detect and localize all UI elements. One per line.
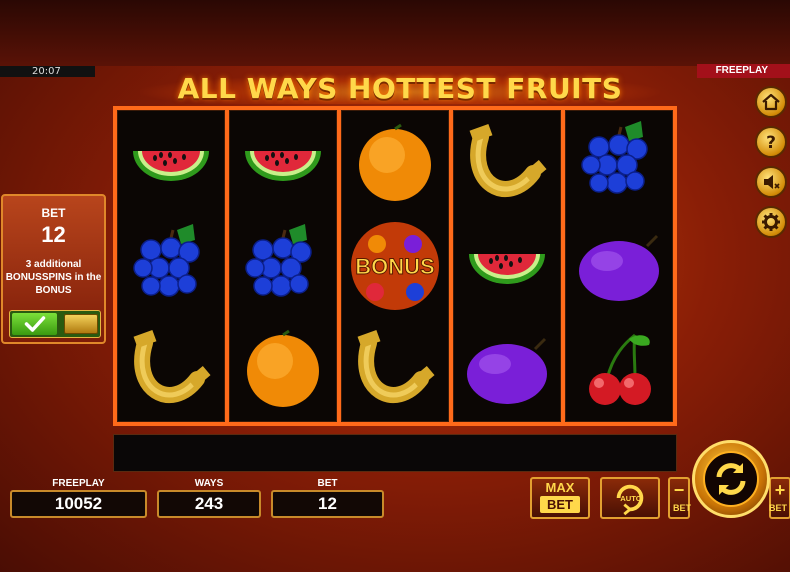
- spin-button[interactable]: [692, 440, 770, 518]
- bonus-bet-toggle[interactable]: [9, 310, 101, 338]
- reel-cell: [454, 111, 560, 214]
- orange-symbol-icon: [359, 123, 431, 201]
- reel-cell: [454, 318, 560, 421]
- gear-icon: [762, 213, 780, 231]
- autoplay-icon: AUTO: [616, 484, 644, 516]
- sound-mute-icon: [764, 175, 780, 189]
- orange-symbol-icon: [247, 330, 319, 408]
- bet-decrease-label: BET: [673, 503, 691, 513]
- reel-4: [453, 110, 561, 422]
- reel-cell: [230, 214, 336, 317]
- reel-cell: [342, 318, 448, 421]
- bonus-bet-panel: BET 12 3 additional BONUSSPINS in the BO…: [1, 194, 106, 344]
- reel-5: [565, 110, 673, 422]
- bonus-symbol-text: BONUS: [355, 254, 434, 279]
- bonus-symbol-icon: BONUS: [351, 221, 439, 310]
- bet-increase-label: BET: [769, 503, 787, 513]
- svg-text:?: ?: [766, 133, 776, 152]
- game-title: ALL WAYS HOTTEST FRUITS: [140, 68, 660, 108]
- grapes-symbol-icon: [133, 223, 200, 297]
- help-icon: ?: [766, 133, 776, 152]
- clock: 20:07: [0, 66, 95, 77]
- reel-cell: [566, 111, 672, 214]
- settings-button[interactable]: [755, 206, 787, 238]
- reel-2: [229, 110, 337, 422]
- game-title-text: ALL WAYS HOTTEST FRUITS: [177, 72, 623, 105]
- reel-cell: [118, 318, 224, 421]
- plum-symbol-icon: [467, 338, 547, 405]
- reels-frame: BONUS: [113, 106, 677, 426]
- ways-label: WAYS: [194, 478, 224, 489]
- spin-icon: [716, 463, 746, 495]
- reel-cell: [454, 214, 560, 317]
- cherries-symbol-icon: [589, 334, 651, 406]
- bet-value: 12: [271, 490, 384, 518]
- reel-3: BONUS: [341, 110, 449, 422]
- autoplay-label: AUTO: [620, 494, 641, 503]
- reel-cell: [118, 111, 224, 214]
- toggle-on-state: [12, 313, 57, 335]
- bet-label: BET: [317, 478, 338, 489]
- watermelon-symbol-icon: [245, 150, 321, 181]
- message-bar: [113, 434, 677, 472]
- autoplay-button[interactable]: AUTO: [600, 477, 660, 519]
- freeplay-tag: FREEPLAY: [697, 64, 790, 78]
- reel-cell: BONUS: [342, 214, 448, 317]
- max-bet-bottom: BET: [540, 496, 580, 513]
- bonus-bet-value: 12: [41, 222, 66, 247]
- watermelon-symbol-icon: [469, 253, 545, 284]
- home-icon: [762, 93, 780, 111]
- horseshoe-symbol-icon: [357, 330, 435, 404]
- horseshoe-symbol-icon: [133, 330, 211, 404]
- help-button[interactable]: ?: [755, 126, 787, 158]
- reel-grid: BONUS: [117, 110, 673, 422]
- horseshoe-symbol-icon: [469, 123, 547, 197]
- spin-button-inner: [703, 451, 759, 507]
- reel-cell: [566, 318, 672, 421]
- sound-button[interactable]: [755, 166, 787, 198]
- watermelon-symbol-icon: [133, 150, 209, 181]
- freeplay-value: 10052: [10, 490, 147, 518]
- home-button[interactable]: [755, 86, 787, 118]
- bonus-bet-info: 3 additional BONUSSPINS in the BONUS: [5, 259, 102, 296]
- grapes-symbol-icon: [245, 223, 312, 297]
- freeplay-tag-text: FREEPLAY: [715, 65, 768, 76]
- bonus-bet-label: BET: [41, 206, 66, 220]
- reel-cell: [118, 214, 224, 317]
- grapes-symbol-icon: [581, 120, 648, 194]
- max-bet-button[interactable]: MAX BET: [530, 477, 590, 519]
- toggle-knob: [64, 314, 98, 334]
- reel-cell: [230, 111, 336, 214]
- top-bar: [0, 0, 790, 66]
- freeplay-label: FREEPLAY: [52, 478, 105, 489]
- clock-text: 20:07: [32, 66, 61, 77]
- reel-1: [117, 110, 225, 422]
- ways-value: 243: [157, 490, 261, 518]
- check-icon: [24, 316, 46, 332]
- reel-cell: [230, 318, 336, 421]
- reel-cell: [566, 214, 672, 317]
- reel-cell: [342, 111, 448, 214]
- max-bet-top: MAX: [545, 480, 575, 495]
- plum-symbol-icon: [579, 234, 659, 301]
